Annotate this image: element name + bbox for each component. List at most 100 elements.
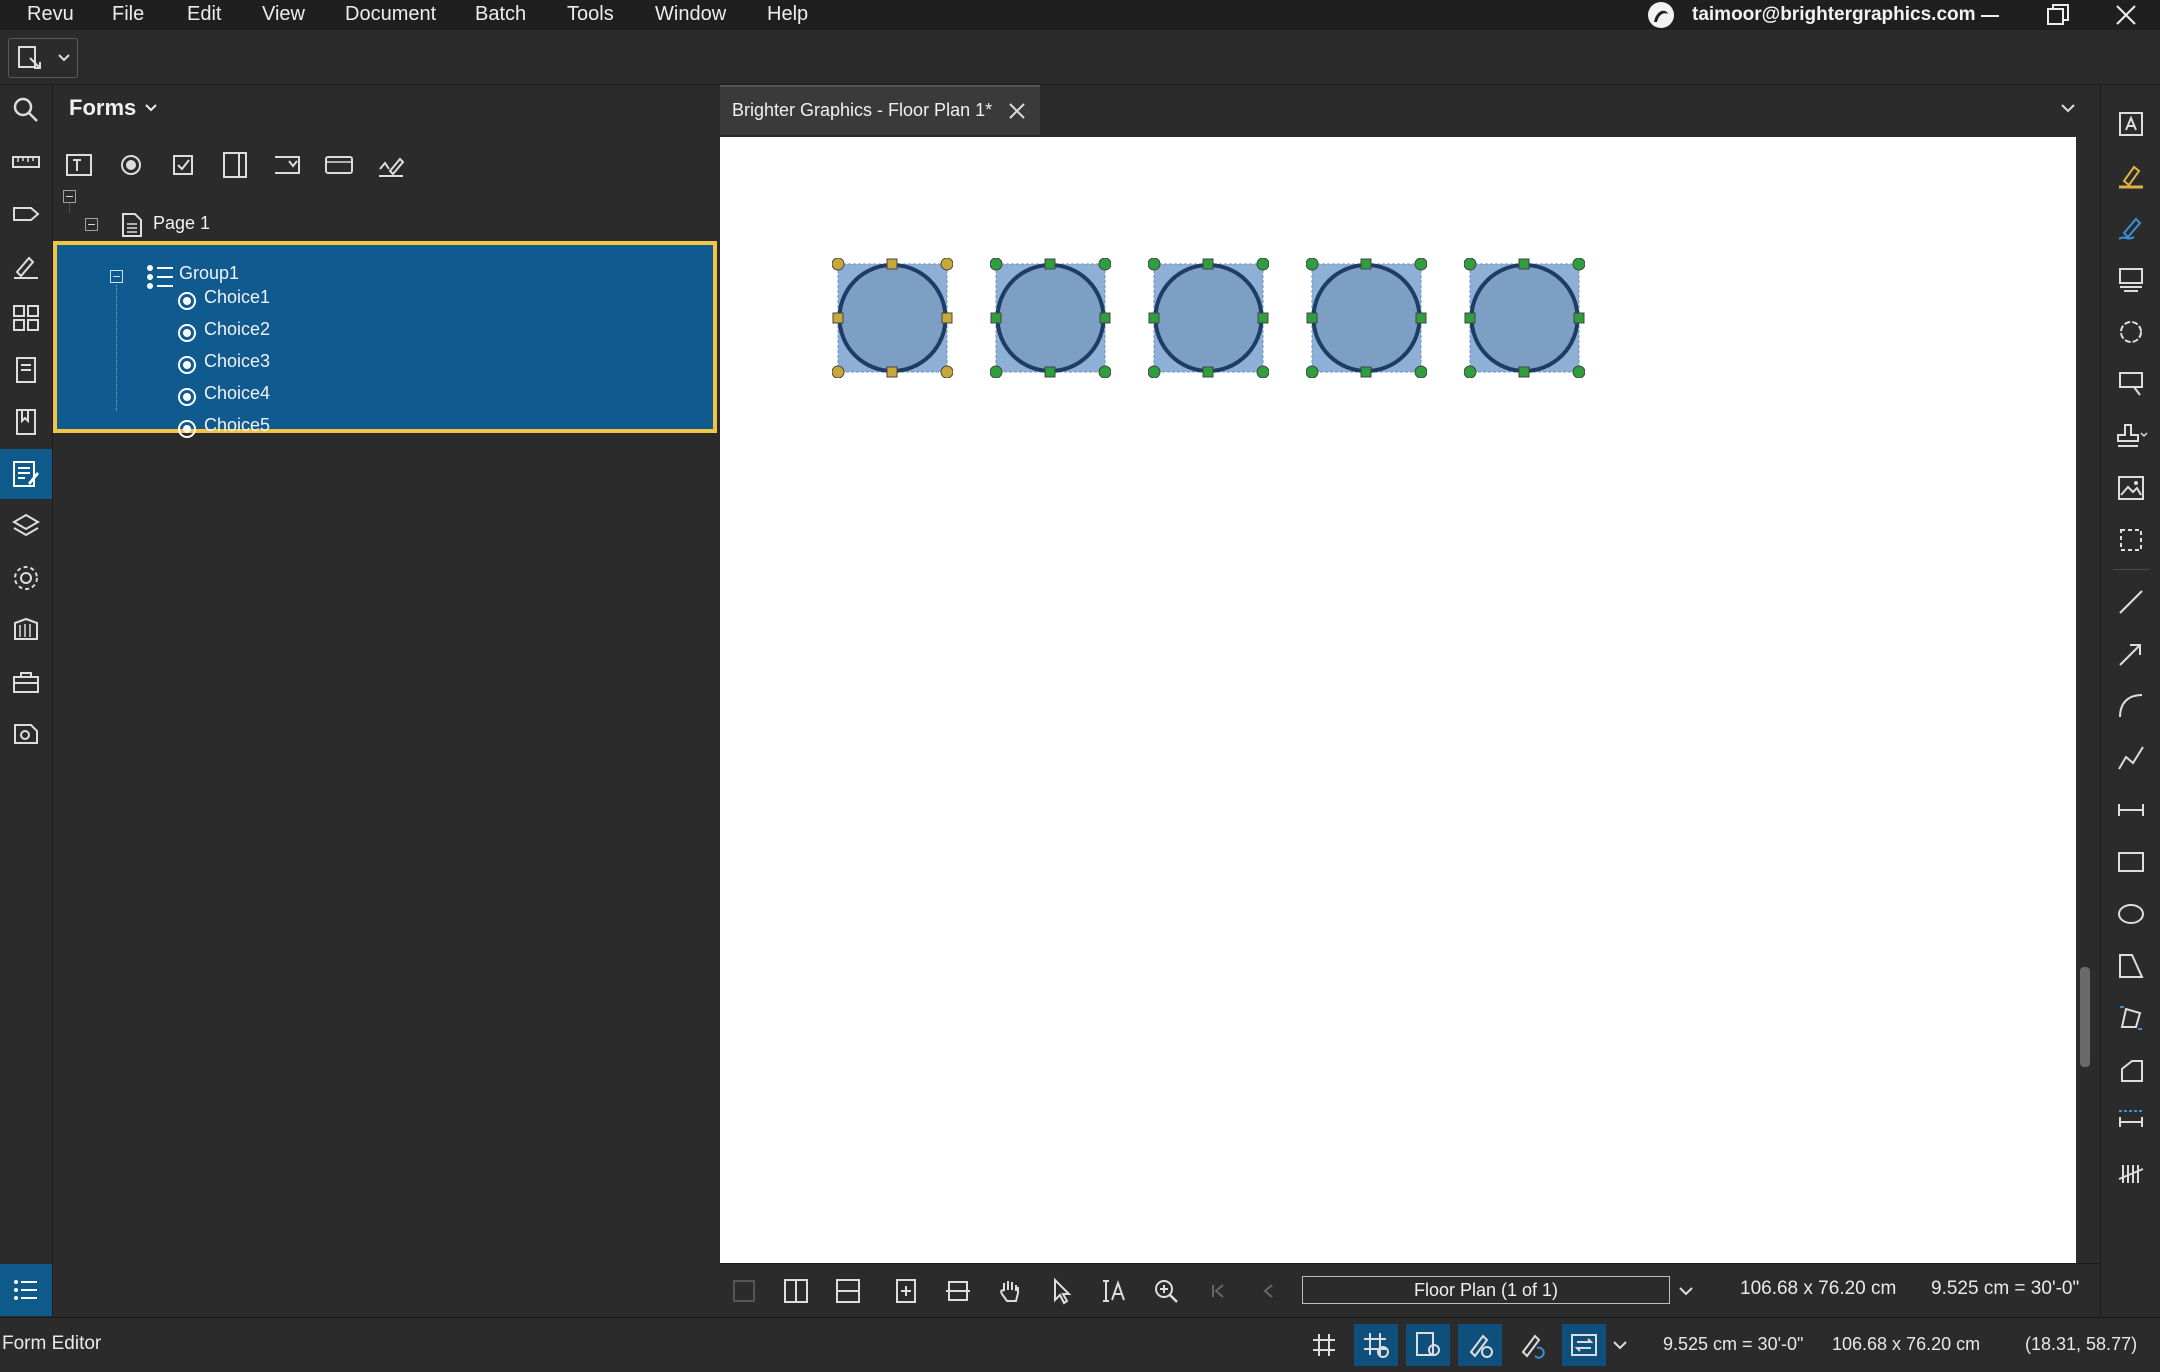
- polygon-icon[interactable]: [2101, 941, 2160, 991]
- collapse-group-icon[interactable]: [110, 270, 123, 283]
- radio-field-choice[interactable]: [1306, 258, 1427, 378]
- text-field-icon[interactable]: [61, 147, 97, 183]
- reuse-markup-icon[interactable]: [1510, 1324, 1554, 1366]
- select-text-icon[interactable]: [1094, 1272, 1134, 1310]
- radio-field-choice[interactable]: [832, 258, 953, 378]
- highlight-icon[interactable]: [2101, 151, 2160, 201]
- tab-list-chevron-icon[interactable]: [2060, 103, 2076, 113]
- dimension-icon[interactable]: [2101, 785, 2160, 835]
- snapshot-icon[interactable]: [2101, 515, 2160, 565]
- list-box-icon[interactable]: [217, 147, 253, 183]
- polyline-icon[interactable]: [2101, 733, 2160, 783]
- toolbox-icon[interactable]: [0, 657, 52, 707]
- tree-node-choice[interactable]: Choice4: [204, 383, 270, 404]
- menu-batch[interactable]: Batch: [475, 0, 526, 30]
- signature-icon[interactable]: [373, 147, 409, 183]
- collapse-page-icon[interactable]: [85, 218, 98, 231]
- list-view-icon[interactable]: [0, 1264, 52, 1316]
- search-icon[interactable]: [0, 85, 52, 135]
- split-vertical-icon[interactable]: [776, 1272, 816, 1310]
- tree-node-choice[interactable]: Choice2: [204, 319, 270, 340]
- menu-file[interactable]: File: [112, 0, 144, 30]
- previous-page-icon[interactable]: [1248, 1272, 1288, 1310]
- pan-hand-icon[interactable]: [990, 1272, 1030, 1310]
- selected-group[interactable]: Group1 Choice1 Choice2 Choice3 Choice4 Choic…: [53, 241, 717, 438]
- layers-icon[interactable]: [0, 501, 52, 551]
- profile-select[interactable]: [8, 38, 78, 78]
- tag-icon[interactable]: [0, 189, 52, 239]
- snap-to-grid-icon[interactable]: [1354, 1324, 1398, 1366]
- fit-page-icon[interactable]: [886, 1272, 926, 1310]
- line-icon[interactable]: [2101, 577, 2160, 627]
- thumbnails-icon[interactable]: [0, 293, 52, 343]
- markups-icon[interactable]: [0, 709, 52, 759]
- measure-area-icon[interactable]: [2101, 993, 2160, 1043]
- pen-icon[interactable]: [2101, 203, 2160, 253]
- signature-pen-icon[interactable]: [0, 241, 52, 291]
- measure-perimeter-icon[interactable]: [2101, 1045, 2160, 1095]
- grid-icon[interactable]: [1302, 1324, 1346, 1366]
- chevron-down-icon[interactable]: [1678, 1286, 1694, 1296]
- sync-icon[interactable]: [1562, 1324, 1606, 1366]
- split-horizontal-icon[interactable]: [828, 1272, 868, 1310]
- stamp-icon[interactable]: [2101, 411, 2160, 461]
- zoom-icon[interactable]: [1146, 1272, 1186, 1310]
- collapse-root-icon[interactable]: [63, 190, 76, 203]
- radio-field-choice[interactable]: [990, 258, 1111, 378]
- close-tab-icon[interactable]: [1004, 98, 1030, 124]
- tree-node-choice[interactable]: Choice5: [204, 415, 270, 436]
- menu-document[interactable]: Document: [345, 0, 436, 30]
- chevron-down-icon[interactable]: [1612, 1340, 1628, 1350]
- ellipse-icon[interactable]: [2101, 889, 2160, 939]
- close-icon[interactable]: [2096, 0, 2156, 30]
- snap-to-markup-icon[interactable]: [1458, 1324, 1502, 1366]
- fit-width-icon[interactable]: [938, 1272, 978, 1310]
- typewriter-icon[interactable]: [2101, 255, 2160, 305]
- account-area[interactable]: taimoor@brightergraphics.com: [1644, 0, 1976, 30]
- menu-view[interactable]: View: [262, 0, 305, 30]
- forms-icon[interactable]: [0, 449, 52, 499]
- scrollbar-thumb[interactable]: [2080, 967, 2090, 1067]
- select-arrow-icon[interactable]: [1042, 1272, 1082, 1310]
- menu-window[interactable]: Window: [655, 0, 726, 30]
- first-page-icon[interactable]: [1198, 1272, 1238, 1310]
- radio-field-choice[interactable]: [1148, 258, 1269, 378]
- measure-icon[interactable]: [0, 137, 52, 187]
- studio-icon[interactable]: [0, 605, 52, 655]
- menu-help[interactable]: Help: [767, 0, 808, 30]
- dropdown-icon[interactable]: [269, 147, 305, 183]
- arc-icon[interactable]: [2101, 681, 2160, 731]
- settings-icon[interactable]: [0, 553, 52, 603]
- callout-icon[interactable]: [2101, 359, 2160, 409]
- page-navigator[interactable]: Floor Plan (1 of 1): [1302, 1276, 1670, 1304]
- restore-icon[interactable]: [2028, 0, 2088, 30]
- menu-tools[interactable]: Tools: [567, 0, 614, 30]
- count-icon[interactable]: [2101, 1149, 2160, 1199]
- tree-node-choice[interactable]: Choice1: [204, 287, 270, 308]
- rectangle-icon[interactable]: [2101, 837, 2160, 887]
- single-page-icon[interactable]: [724, 1272, 764, 1310]
- bookmarks-icon[interactable]: [0, 397, 52, 447]
- minimize-icon[interactable]: [1960, 0, 2020, 30]
- radio-field-choice[interactable]: [1464, 258, 1585, 378]
- text-box-icon[interactable]: [2101, 99, 2160, 149]
- tree-node-group[interactable]: Group1: [179, 263, 239, 284]
- image-icon[interactable]: [2101, 463, 2160, 513]
- scale-readout[interactable]: 9.525 cm = 30'-0": [1931, 1278, 2079, 1300]
- button-icon[interactable]: [321, 147, 357, 183]
- document-tab[interactable]: Brighter Graphics - Floor Plan 1*: [720, 85, 1040, 135]
- file-access-icon[interactable]: [0, 345, 52, 395]
- checkbox-icon[interactable]: [165, 147, 201, 183]
- tree-node-choice[interactable]: Choice3: [204, 351, 270, 372]
- arrow-icon[interactable]: [2101, 629, 2160, 679]
- menu-edit[interactable]: Edit: [187, 0, 221, 30]
- cloud-icon[interactable]: [2101, 307, 2160, 357]
- panel-title[interactable]: Forms: [69, 95, 158, 121]
- radio-button-icon[interactable]: [113, 147, 149, 183]
- menu-revu[interactable]: Revu: [27, 0, 74, 30]
- document-canvas[interactable]: [720, 137, 2076, 1263]
- snap-to-content-icon[interactable]: [1406, 1324, 1450, 1366]
- vertical-scrollbar[interactable]: [2076, 137, 2100, 1263]
- measure-length-icon[interactable]: [2101, 1097, 2160, 1147]
- tree-node-page[interactable]: Page 1: [153, 213, 210, 234]
